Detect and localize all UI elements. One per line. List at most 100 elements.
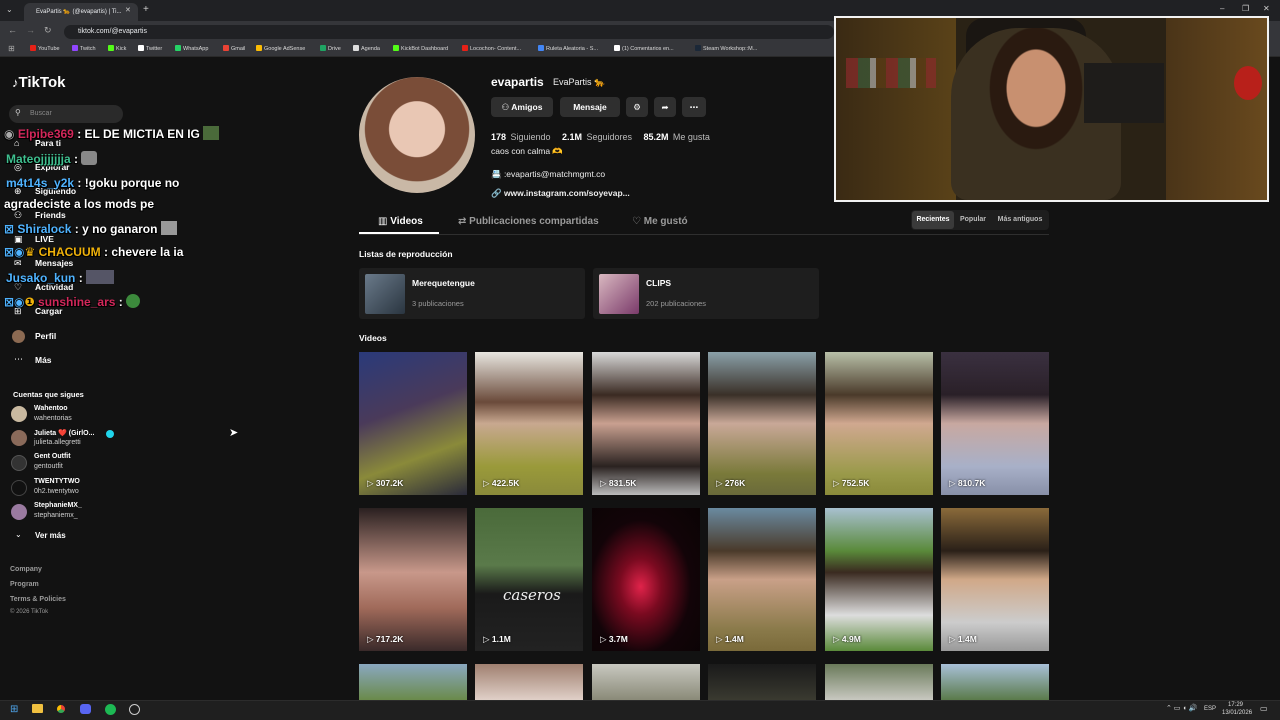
tiktok-logo[interactable]: ♪TikTok: [12, 74, 65, 91]
search-input[interactable]: ⚲ Buscar: [9, 105, 123, 123]
tab-liked[interactable]: ♡ Me gustó: [632, 216, 688, 227]
search-placeholder: Buscar: [30, 110, 52, 117]
video-card[interactable]: ▷ 752.5K: [825, 352, 933, 495]
footer-terms[interactable]: Terms & Policies: [10, 596, 66, 603]
apps-icon[interactable]: ⊞: [8, 44, 15, 53]
bookmark-twitter[interactable]: Twitter: [138, 45, 162, 52]
bookmark-steam[interactable]: Steam Workshop::M...: [695, 45, 757, 52]
video-card[interactable]: caseros ▷ 1.1M: [475, 508, 583, 651]
video-card[interactable]: [708, 664, 816, 700]
address-bar[interactable]: tiktok.com/@evapartis: [64, 25, 834, 39]
sort-popular-button[interactable]: Popular: [956, 211, 990, 229]
bookmark-locochon[interactable]: Locochon- Content...: [462, 45, 521, 52]
avatar[interactable]: [11, 455, 27, 471]
tab-shared-posts[interactable]: ⇄ Publicaciones compartidas: [458, 216, 599, 227]
following-handle: stephaniemx_: [34, 512, 78, 519]
chrome-icon[interactable]: [55, 703, 67, 715]
avatar[interactable]: [11, 504, 27, 520]
discord-icon[interactable]: [80, 704, 91, 714]
following-section-title: Cuentas que sigues: [13, 390, 84, 399]
tab-close-icon[interactable]: ✕: [125, 6, 131, 14]
mouse-cursor: ➤: [229, 427, 239, 439]
bookmark-adsense[interactable]: Google AdSense: [256, 45, 305, 52]
bookmark-agenda[interactable]: Agenda: [353, 45, 380, 52]
file-explorer-icon[interactable]: [32, 704, 43, 713]
playlist-card[interactable]: CLIPS 202 publicaciones: [593, 268, 819, 319]
share-button[interactable]: ➦: [654, 97, 676, 117]
video-card[interactable]: [941, 664, 1049, 700]
video-card[interactable]: ▷ 831.5K: [592, 352, 700, 495]
clock-time[interactable]: 17:29: [1228, 702, 1243, 708]
back-icon[interactable]: ←: [8, 25, 17, 35]
sidebar-item-mensajes[interactable]: Mensajes: [35, 258, 73, 268]
profile-avatar[interactable]: [359, 77, 475, 193]
emote-icon: [126, 294, 141, 308]
follow-settings-button[interactable]: ⚙: [626, 97, 648, 117]
following-name[interactable]: StephanieMX_: [34, 502, 82, 509]
window-close-icon[interactable]: ✕: [1263, 4, 1270, 13]
video-card[interactable]: [475, 664, 583, 700]
messages-icon: ✉: [14, 258, 22, 268]
see-more-button[interactable]: Ver más: [35, 531, 66, 540]
maximize-icon[interactable]: ❐: [1242, 4, 1249, 13]
following-name[interactable]: Wahentoo: [34, 405, 68, 412]
sort-oldest-button[interactable]: Más antiguos: [993, 211, 1047, 229]
reload-icon[interactable]: ↻: [44, 25, 52, 36]
bookmark-comentarios[interactable]: (1) Comentarios en...: [614, 45, 674, 52]
chevron-down-icon: ⌄: [15, 530, 22, 539]
bookmark-gmail[interactable]: Gmail: [223, 45, 245, 52]
video-card[interactable]: [592, 664, 700, 700]
obs-icon[interactable]: [129, 704, 140, 715]
bookmark-kick[interactable]: Kick: [108, 45, 126, 52]
sidebar-item-friends[interactable]: Friends: [35, 210, 66, 220]
footer-company[interactable]: Company: [10, 566, 42, 573]
footer-copyright: © 2026 TikTok: [10, 609, 49, 615]
video-card[interactable]: ▷ 307.2K: [359, 352, 467, 495]
tab-videos[interactable]: ▥ Videos: [378, 216, 423, 227]
video-card[interactable]: [359, 664, 467, 700]
video-card[interactable]: ▷ 276K: [708, 352, 816, 495]
minimize-icon[interactable]: –: [1220, 4, 1224, 13]
notification-icon[interactable]: ▭: [1260, 704, 1268, 713]
sort-recent-button[interactable]: Recientes: [912, 211, 954, 229]
bookmark-kickbot[interactable]: KickBot Dashboard: [393, 45, 448, 52]
video-card[interactable]: ▷ 717.2K: [359, 508, 467, 651]
friends-button[interactable]: ⚇ Amigos: [491, 97, 553, 117]
bookmark-ruleta[interactable]: Ruleta Aleatoria - S...: [538, 45, 598, 52]
playlist-count: 3 publicaciones: [412, 299, 464, 308]
video-card[interactable]: [825, 664, 933, 700]
playlist-card[interactable]: Merequetengue 3 publicaciones: [359, 268, 585, 319]
browser-tab[interactable]: EvaPartis 🐆 (@evapartis) | Ti...: [24, 3, 138, 21]
language-indicator[interactable]: ESP: [1204, 706, 1216, 712]
bookmark-whatsapp[interactable]: WhatsApp: [175, 45, 208, 52]
video-card[interactable]: ▷ 1.4M: [708, 508, 816, 651]
avatar[interactable]: [11, 430, 27, 446]
avatar[interactable]: [11, 480, 27, 496]
start-icon[interactable]: ⊞: [10, 704, 18, 715]
badge-icon: ⊠◉: [4, 245, 25, 259]
video-card[interactable]: ▷ 810.7K: [941, 352, 1049, 495]
video-card[interactable]: ▷ 3.7M: [592, 508, 700, 651]
tray-icons[interactable]: ⌃ ▭ ◖ 🔊: [1166, 704, 1197, 712]
footer-program[interactable]: Program: [10, 581, 39, 588]
avatar[interactable]: [11, 406, 27, 422]
clock-date[interactable]: 13/01/2026: [1222, 710, 1252, 716]
video-card[interactable]: ▷ 4.9M: [825, 508, 933, 651]
new-tab-icon[interactable]: +: [143, 4, 149, 15]
forward-icon[interactable]: →: [26, 25, 35, 35]
bookmark-drive[interactable]: Drive: [320, 45, 341, 52]
message-button[interactable]: Mensaje: [560, 97, 620, 117]
profile-link[interactable]: 🔗 www.instagram.com/soyevap...: [491, 188, 630, 199]
video-card[interactable]: ▷ 1.4M: [941, 508, 1049, 651]
bookmark-twitch[interactable]: Twitch: [72, 45, 96, 52]
following-name[interactable]: Julieta ❤️ (GirlO...: [34, 429, 94, 437]
sidebar-item-mas[interactable]: Más: [35, 355, 52, 365]
more-options-button[interactable]: ⋯: [682, 97, 706, 117]
tab-list-icon[interactable]: ⌄: [6, 5, 13, 14]
spotify-icon[interactable]: [105, 704, 116, 715]
sidebar-item-perfil[interactable]: Perfil: [35, 331, 56, 341]
following-name[interactable]: Gent Outfit: [34, 453, 71, 460]
following-name[interactable]: TWENTYTWO: [34, 478, 80, 485]
video-card[interactable]: ▷ 422.5K: [475, 352, 583, 495]
bookmark-youtube[interactable]: YouTube: [30, 45, 60, 52]
